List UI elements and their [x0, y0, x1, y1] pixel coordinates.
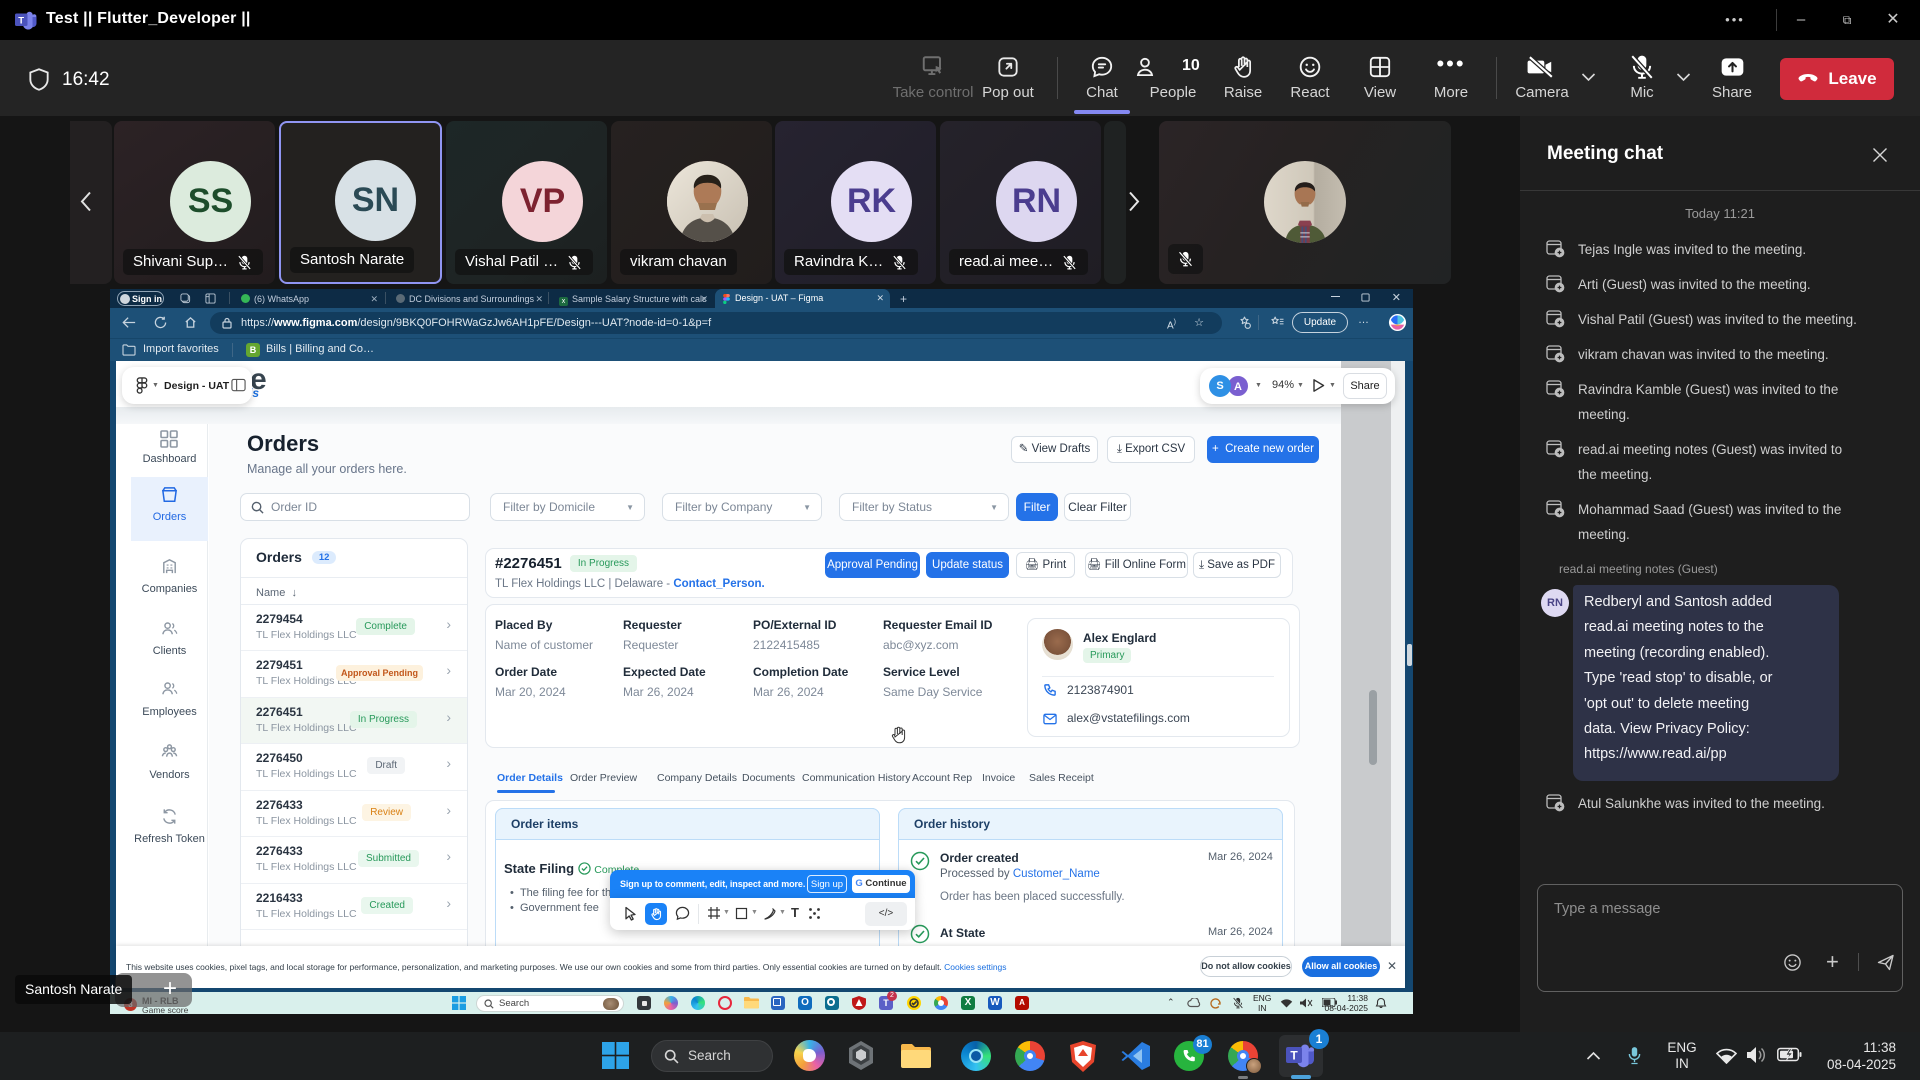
- svg-text:T: T: [18, 15, 24, 26]
- svg-text:T: T: [1290, 1049, 1298, 1063]
